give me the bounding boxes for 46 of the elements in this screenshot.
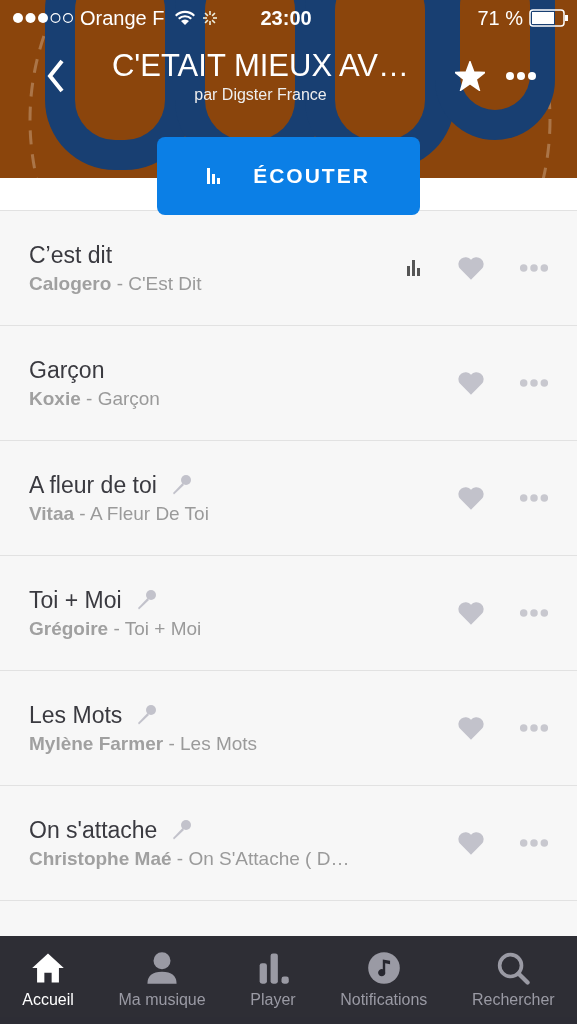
track-artist: Vitaa - A Fleur De Toi	[29, 502, 210, 525]
tab-item[interactable]: Ma musique	[118, 936, 206, 1024]
battery-percent: 71 %	[477, 6, 523, 30]
battery-icon	[529, 9, 569, 27]
track-title: On s'attache	[29, 816, 158, 844]
track-artist: Mylène Farmer - Les Mots	[29, 732, 259, 755]
heart-icon[interactable]	[457, 600, 485, 626]
heart-icon[interactable]	[457, 715, 485, 741]
wifi-icon	[174, 10, 197, 26]
play-button[interactable]: ÉCOUTER	[157, 137, 420, 215]
heart-icon[interactable]	[457, 255, 485, 281]
carrier-name: Orange F	[80, 6, 165, 30]
track-title: Garçon	[29, 356, 105, 384]
heart-icon[interactable]	[457, 485, 485, 511]
heart-icon[interactable]	[457, 830, 485, 856]
loading-icon	[202, 10, 219, 26]
back-icon[interactable]	[46, 58, 66, 94]
track-title: Les Mots	[29, 701, 123, 729]
star-icon[interactable]	[455, 61, 485, 91]
track-artist: Christophe Maé - On S'Attache ( D…	[29, 847, 351, 870]
playlist-author: par Digster France	[193, 86, 328, 104]
person-icon	[145, 951, 180, 985]
track-row[interactable]: Les Mots Mylène Farmer - Les Mots	[0, 671, 577, 786]
more-icon[interactable]	[505, 71, 537, 81]
search-icon	[496, 951, 531, 985]
track-title: C’est dit	[29, 241, 113, 269]
signal-icon	[12, 12, 74, 24]
heart-icon[interactable]	[457, 370, 485, 396]
music-note-icon	[366, 951, 401, 985]
track-row[interactable]: A fleur de toi Vitaa - A Fleur De Toi	[0, 441, 577, 556]
track-title: A fleur de toi	[29, 471, 157, 499]
home-icon	[31, 951, 66, 985]
track-artist: Koxie - Garçon	[29, 387, 161, 410]
playlist-title: C'ETAIT MIEUX AV…	[111, 48, 410, 84]
track-row[interactable]: Toi + Moi Grégoire - Toi + Moi	[0, 556, 577, 671]
track-row[interactable]: C’est dit Calogero - C'Est Dit	[0, 211, 577, 326]
tab-item[interactable]: Accueil	[22, 936, 74, 1024]
track-artist: Grégoire - Toi + Moi	[29, 617, 203, 640]
tab-item[interactable]: Notifications	[340, 936, 428, 1024]
tab-item[interactable]: Rechercher	[472, 936, 555, 1024]
status-time: 23:00	[260, 6, 313, 30]
track-title: Toi + Moi	[29, 586, 122, 614]
track-row[interactable]: On s'attache Christophe Maé - On S'Attache ( D…	[0, 786, 577, 901]
tab-item[interactable]: Player	[250, 936, 296, 1024]
track-artist: Calogero - C'Est Dit	[29, 272, 203, 295]
track-row[interactable]: Garçon Koxie - Garçon	[0, 326, 577, 441]
